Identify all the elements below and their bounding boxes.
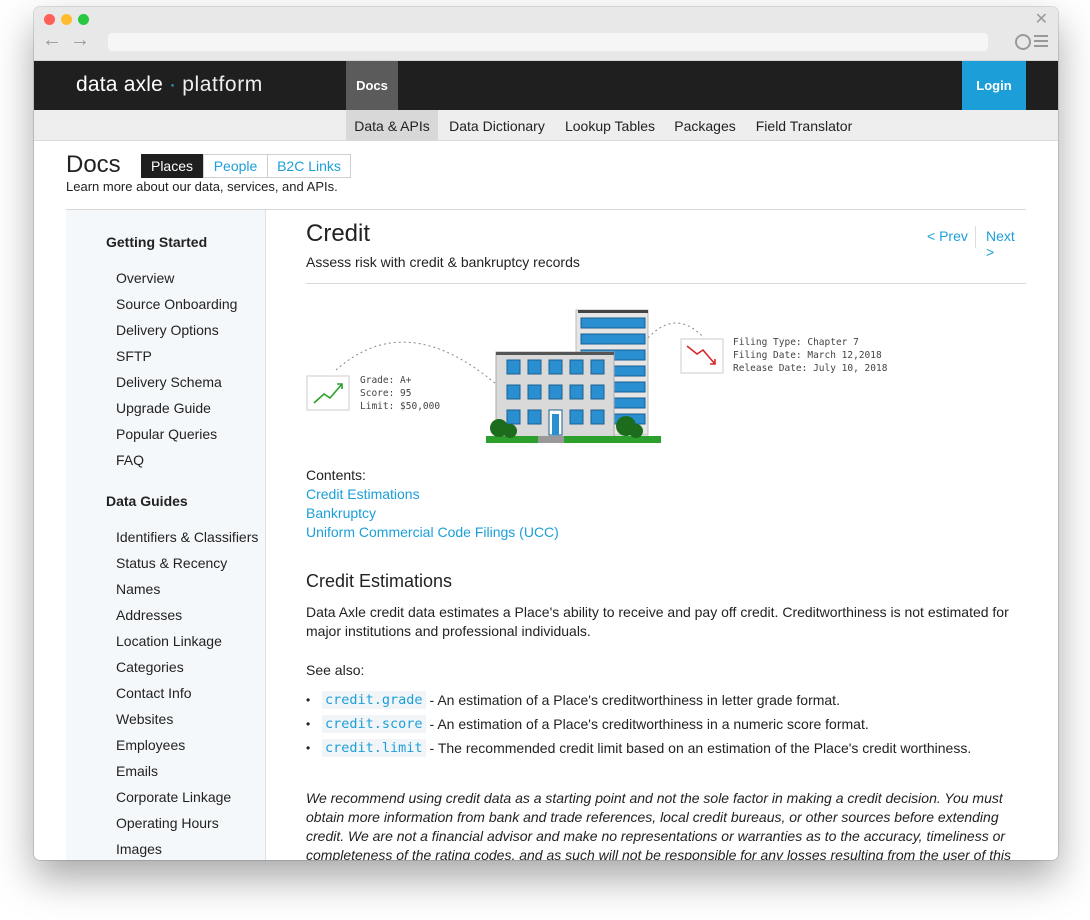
close-window-button[interactable] [44, 14, 55, 25]
sidebar-item-location-linkage[interactable]: Location Linkage [116, 633, 222, 649]
list-item: • credit.score - An estimation of a Plac… [306, 713, 869, 735]
address-bar[interactable] [108, 33, 988, 51]
sidebar-item-contact-info[interactable]: Contact Info [116, 685, 192, 701]
sidebar-item-employees[interactable]: Employees [116, 737, 185, 753]
subnav-field-translator[interactable]: Field Translator [746, 110, 862, 141]
content-title: Credit [306, 220, 371, 247]
card-release-date: Release Date: July 10, 2018 [733, 363, 888, 374]
logo-sub-text: platform [182, 73, 263, 96]
contents-label: Contents: [306, 467, 366, 483]
sidebar-heading-getting-started: Getting Started [106, 234, 208, 250]
sidebar-item-emails[interactable]: Emails [116, 763, 158, 779]
page-title: Docs [66, 151, 121, 178]
sidebar-item-upgrade-guide[interactable]: Upgrade Guide [116, 400, 211, 416]
card-grade: Grade: A+ [360, 375, 412, 386]
nav-tab-docs[interactable]: Docs [346, 61, 398, 110]
logo-separator: · [169, 73, 177, 96]
building-illustration-svg: Grade: A+ Score: 95 Limit: $50,000 Filin… [306, 309, 888, 443]
card-filing-type: Filing Type: Chapter 7 [733, 337, 859, 348]
sidebar-item-identifiers[interactable]: Identifiers & Classifiers [116, 529, 258, 545]
sidebar-item-addresses[interactable]: Addresses [116, 607, 182, 623]
bullet-dot-icon: • [306, 693, 311, 707]
sidebar-item-overview[interactable]: Overview [116, 270, 174, 286]
close-icon[interactable]: ✕ [1035, 9, 1048, 29]
sidebar-item-names[interactable]: Names [116, 581, 160, 597]
sidebar-item-delivery-options[interactable]: Delivery Options [116, 322, 219, 338]
credit-illustration: Grade: A+ Score: 95 Limit: $50,000 Filin… [306, 298, 1026, 448]
docs-sidebar: Getting Started Overview Source Onboardi… [66, 210, 266, 860]
sidebar-heading-data-guides: Data Guides [106, 493, 188, 509]
segment-b2c-links[interactable]: B2C Links [267, 154, 351, 178]
sidebar-item-websites[interactable]: Websites [116, 711, 173, 727]
toc-link-bankruptcy[interactable]: Bankruptcy [306, 505, 376, 521]
sidebar-item-corporate-linkage[interactable]: Corporate Linkage [116, 789, 231, 805]
site-logo[interactable]: data axle · platform [76, 73, 263, 97]
sidebar-item-sftp[interactable]: SFTP [116, 348, 152, 364]
bullet-text: - The recommended credit limit based on … [429, 740, 972, 756]
card-filing-date: Filing Date: March 12,2018 [733, 350, 882, 361]
bullet-text: - An estimation of a Place's creditworth… [429, 716, 869, 732]
logo-main-text: data axle [76, 73, 164, 96]
main-content: Credit Assess risk with credit & bankrup… [306, 210, 1026, 860]
sidebar-item-images[interactable]: Images [116, 841, 162, 857]
credit-disclaimer: We recommend using credit data as a star… [306, 790, 1012, 860]
prev-link[interactable]: < Prev [927, 228, 968, 244]
back-arrow-icon[interactable]: ← [42, 30, 62, 50]
toc-link-credit-estimations[interactable]: Credit Estimations [306, 486, 420, 502]
content-tagline: Assess risk with credit & bankruptcy rec… [306, 254, 580, 270]
sidebar-item-status-recency[interactable]: Status & Recency [116, 555, 227, 571]
sidebar-item-delivery-schema[interactable]: Delivery Schema [116, 374, 222, 390]
sidebar-item-faq[interactable]: FAQ [116, 452, 144, 468]
code-credit-score[interactable]: credit.score [322, 715, 426, 733]
browser-chrome: ✕ ← → [34, 7, 1058, 61]
toc-link-ucc[interactable]: Uniform Commercial Code Filings (UCC) [306, 524, 559, 540]
reload-circle-icon[interactable] [1015, 34, 1031, 50]
subnav-lookup-tables[interactable]: Lookup Tables [556, 110, 664, 141]
subnav-data-dictionary[interactable]: Data Dictionary [438, 110, 556, 141]
segment-places[interactable]: Places [141, 154, 203, 178]
subnav-data-apis[interactable]: Data & APIs [346, 110, 438, 141]
site-header: data axle · platform Docs Login [34, 61, 1058, 110]
segment-people[interactable]: People [203, 154, 268, 178]
list-item: • credit.limit - The recommended credit … [306, 737, 971, 759]
sidebar-item-source-onboarding[interactable]: Source Onboarding [116, 296, 237, 312]
subnav-packages[interactable]: Packages [664, 110, 746, 141]
section-heading-credit-estimations: Credit Estimations [306, 571, 453, 591]
sidebar-item-operating-hours[interactable]: Operating Hours [116, 815, 219, 831]
docs-subnav: Data & APIs Data Dictionary Lookup Table… [34, 110, 1058, 141]
card-limit: Limit: $50,000 [360, 401, 440, 412]
content-divider [306, 283, 1026, 284]
minimize-window-button[interactable] [61, 14, 72, 25]
login-button[interactable]: Login [962, 61, 1026, 110]
forward-arrow-icon[interactable]: → [70, 30, 90, 50]
section-intro-paragraph: Data Axle credit data estimates a Place'… [306, 604, 1009, 639]
sidebar-item-categories[interactable]: Categories [116, 659, 184, 675]
sidebar-item-popular-queries[interactable]: Popular Queries [116, 426, 217, 442]
bullet-dot-icon: • [306, 741, 311, 755]
code-credit-grade[interactable]: credit.grade [322, 691, 426, 709]
bullet-dot-icon: • [306, 717, 311, 731]
browser-window: ✕ ← → data axle · platform Docs Login Data… [34, 7, 1058, 860]
prev-next-divider [975, 226, 976, 248]
next-link[interactable]: Next > [986, 228, 1026, 260]
bullet-text: - An estimation of a Place's creditworth… [429, 692, 840, 708]
list-item: • credit.grade - An estimation of a Plac… [306, 689, 840, 711]
hamburger-menu-icon[interactable] [1034, 35, 1048, 49]
card-score: Score: 95 [360, 388, 411, 399]
code-credit-limit[interactable]: credit.limit [322, 739, 426, 757]
see-also-label: See also: [306, 662, 365, 678]
page-subtitle: Learn more about our data, services, and… [66, 179, 338, 194]
zoom-window-button[interactable] [78, 14, 89, 25]
